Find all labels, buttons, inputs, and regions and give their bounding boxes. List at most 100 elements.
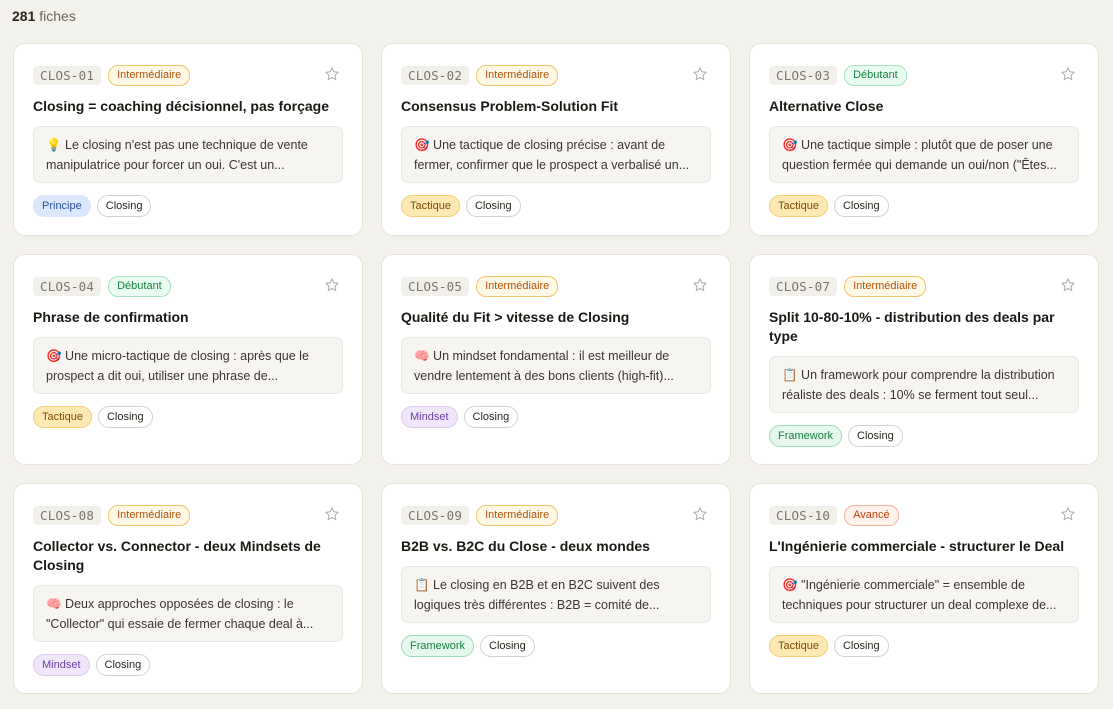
level-badge: Intermédiaire — [108, 504, 191, 526]
card-tags: Principe Closing — [33, 195, 343, 217]
card-code: CLOS-01 — [33, 65, 102, 85]
excerpt-line: réaliste des deals : 10% se ferment tout… — [782, 388, 1039, 402]
card[interactable]: CLOS-03 Débutant Alternative Close 🎯 Une… — [749, 43, 1099, 236]
excerpt-line: vendre lentement à des bons clients (hig… — [414, 369, 674, 383]
type-tag[interactable]: Tactique — [401, 195, 460, 217]
excerpt-line: logiques très différentes : B2B = comité… — [414, 598, 660, 612]
excerpt-line: 💡 Le closing n'est pas une technique de … — [46, 138, 308, 152]
card-excerpt: 🧠 Deux approches opposées de closing : l… — [33, 585, 343, 642]
card-header: CLOS-01 Intermédiaire — [33, 64, 343, 86]
type-tag[interactable]: Principe — [33, 195, 91, 217]
category-tag[interactable]: Closing — [480, 635, 535, 657]
level-badge: Avancé — [844, 504, 899, 526]
excerpt-line: techniques pour structurer un deal compl… — [782, 598, 1057, 612]
card[interactable]: CLOS-01 Intermédiaire Closing = coaching… — [13, 43, 363, 236]
results-count: 281 fiches — [12, 8, 76, 24]
star-icon[interactable] — [692, 506, 708, 522]
card-header: CLOS-03 Débutant — [769, 64, 1079, 86]
card[interactable]: CLOS-07 Intermédiaire Split 10-80-10% - … — [749, 254, 1099, 465]
category-tag[interactable]: Closing — [97, 406, 153, 428]
card-title: Alternative Close — [769, 98, 884, 114]
star-icon[interactable] — [324, 277, 340, 293]
category-tag[interactable]: Closing — [95, 654, 151, 676]
level-badge: Intermédiaire — [844, 275, 927, 297]
card-title: Closing = coaching décisionnel, pas forç… — [33, 98, 330, 114]
star-icon[interactable] — [1060, 66, 1076, 82]
card-excerpt: 🧠 Un mindset fondamental : il est meille… — [401, 337, 711, 394]
card-code: CLOS-09 — [401, 505, 470, 525]
card-tags: Framework Closing — [401, 635, 711, 657]
star-icon[interactable] — [692, 66, 708, 82]
star-icon[interactable] — [692, 277, 708, 293]
type-tag[interactable]: Tactique — [769, 195, 828, 217]
card-tags: Framework Closing — [769, 425, 1079, 447]
excerpt-line: 🎯 "Ingénierie commerciale" = ensemble de — [782, 578, 1025, 592]
type-tag[interactable]: Mindset — [401, 406, 458, 428]
category-tag[interactable]: Closing — [848, 425, 903, 447]
type-tag[interactable]: Mindset — [33, 654, 90, 676]
level-badge: Intermédiaire — [108, 64, 191, 86]
card-header: CLOS-07 Intermédiaire — [769, 275, 1079, 297]
card-tags: Mindset Closing — [401, 406, 711, 428]
card-excerpt: 📋 Un framework pour comprendre la distri… — [769, 356, 1079, 413]
card-excerpt: 📋 Le closing en B2B et en B2C suivent de… — [401, 566, 711, 623]
card-code: CLOS-05 — [401, 276, 470, 296]
card[interactable]: CLOS-08 Intermédiaire Collector vs. Conn… — [13, 483, 363, 694]
star-icon[interactable] — [1060, 506, 1076, 522]
excerpt-line: 🎯 Une micro-tactique de closing : après … — [46, 349, 309, 363]
type-tag[interactable]: Tactique — [769, 635, 828, 657]
card-title: Consensus Problem-Solution Fit — [401, 98, 619, 114]
star-icon[interactable] — [1060, 277, 1076, 293]
excerpt-line: 🧠 Un mindset fondamental : il est meille… — [414, 349, 670, 363]
results-count-label: fiches — [39, 8, 76, 24]
card[interactable]: CLOS-09 Intermédiaire B2B vs. B2C du Clo… — [381, 483, 731, 694]
level-badge: Intermédiaire — [476, 64, 559, 86]
excerpt-line: question fermée qui demande un oui/non (… — [782, 158, 1057, 172]
star-icon[interactable] — [324, 66, 340, 82]
excerpt-line: 📋 Un framework pour comprendre la distri… — [782, 368, 1055, 382]
card-header: CLOS-09 Intermédiaire — [401, 504, 711, 526]
card-excerpt: 💡 Le closing n'est pas une technique de … — [33, 126, 343, 183]
level-badge: Intermédiaire — [476, 504, 559, 526]
type-tag[interactable]: Framework — [769, 425, 843, 447]
star-icon[interactable] — [324, 506, 340, 522]
card[interactable]: CLOS-05 Intermédiaire Qualité du Fit > v… — [381, 254, 731, 465]
excerpt-line: manipulatrice pour forcer un oui. C'est … — [46, 158, 285, 172]
card-title: B2B vs. B2C du Close - deux mondes — [401, 538, 650, 554]
excerpt-line: 📋 Le closing en B2B et en B2C suivent de… — [414, 578, 660, 592]
card-grid: CLOS-01 Intermédiaire Closing = coaching… — [13, 43, 1100, 694]
card-title: Qualité du Fit > vitesse de Closing — [401, 309, 630, 325]
category-tag[interactable]: Closing — [465, 195, 521, 217]
results-count-number: 281 — [12, 8, 36, 24]
card-header: CLOS-05 Intermédiaire — [401, 275, 711, 297]
type-tag[interactable]: Tactique — [33, 406, 92, 428]
card-code: CLOS-02 — [401, 65, 470, 85]
card-header: CLOS-02 Intermédiaire — [401, 64, 711, 86]
card-header: CLOS-08 Intermédiaire — [33, 504, 343, 526]
card[interactable]: CLOS-04 Débutant Phrase de confirmation … — [13, 254, 363, 465]
card-code: CLOS-03 — [769, 65, 838, 85]
card-code: CLOS-08 — [33, 505, 102, 525]
card-excerpt: 🎯 Une tactique simple : plutôt que de po… — [769, 126, 1079, 183]
level-badge: Débutant — [108, 275, 171, 297]
card-header: CLOS-10 Avancé — [769, 504, 1079, 526]
type-tag[interactable]: Framework — [401, 635, 475, 657]
card-excerpt: 🎯 Une tactique de closing précise : avan… — [401, 126, 711, 183]
card[interactable]: CLOS-02 Intermédiaire Consensus Problem-… — [381, 43, 731, 236]
card-title: Split 10-80-10% - distribution des deals… — [769, 309, 1055, 344]
card-header: CLOS-04 Débutant — [33, 275, 343, 297]
card-excerpt: 🎯 Une micro-tactique de closing : après … — [33, 337, 343, 394]
card-code: CLOS-07 — [769, 276, 838, 296]
excerpt-line: "Collector" qui essaie de fermer chaque … — [46, 617, 314, 631]
excerpt-line: 🎯 Une tactique simple : plutôt que de po… — [782, 138, 1053, 152]
excerpt-line: 🎯 Une tactique de closing précise : avan… — [414, 138, 666, 152]
level-badge: Débutant — [844, 64, 907, 86]
category-tag[interactable]: Closing — [833, 635, 889, 657]
category-tag[interactable]: Closing — [463, 406, 519, 428]
excerpt-line: fermer, confirmer que le prospect a verb… — [414, 158, 690, 172]
card-title: Phrase de confirmation — [33, 309, 189, 325]
category-tag[interactable]: Closing — [833, 195, 889, 217]
category-tag[interactable]: Closing — [96, 195, 152, 217]
card[interactable]: CLOS-10 Avancé L'Ingénierie commerciale … — [749, 483, 1099, 694]
card-code: CLOS-04 — [33, 276, 102, 296]
